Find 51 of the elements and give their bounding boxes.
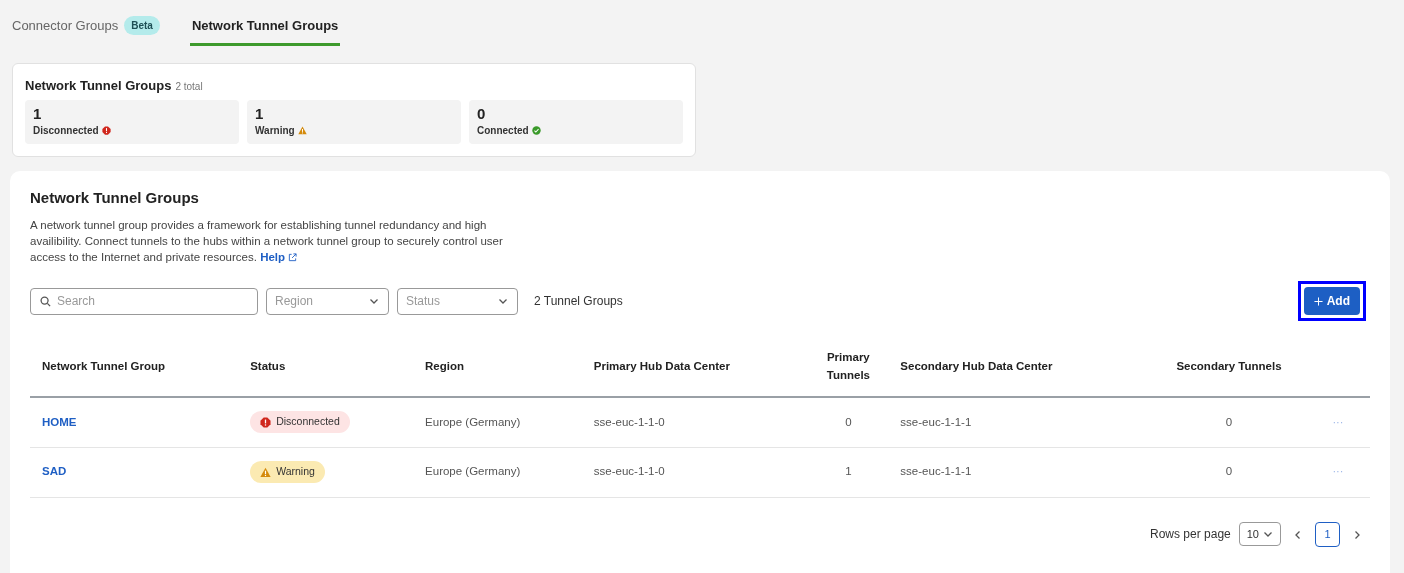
status-badge: Disconnected bbox=[250, 411, 350, 434]
description: A network tunnel group provides a framework for establishing tunnel redundancy and high availibility. Connect tunnels to the hubs within a network tunnel group to securely control user access to the Internet and private resources. Help bbox=[30, 218, 504, 265]
search-icon bbox=[40, 295, 51, 307]
add-button[interactable]: Add bbox=[1303, 287, 1360, 315]
external-link-icon bbox=[288, 253, 298, 263]
chevron-right-icon bbox=[1352, 529, 1362, 540]
column-header: Network Tunnel Group bbox=[30, 337, 239, 397]
column-header: Secondary Tunnels bbox=[1137, 337, 1321, 397]
beta-badge: Beta bbox=[124, 16, 160, 35]
rows-per-page-label: Rows per page bbox=[1150, 526, 1231, 543]
dropdown[interactable]: Region bbox=[266, 287, 389, 315]
column-header: Primary Tunnels bbox=[808, 337, 889, 397]
help-link[interactable]: Help bbox=[260, 251, 298, 263]
error-icon bbox=[260, 416, 272, 428]
table-cell: Europe (Germany) bbox=[425, 465, 521, 478]
stat-label: Connected bbox=[477, 123, 529, 138]
table-cell: 0 bbox=[845, 415, 852, 428]
group-link[interactable]: SAD bbox=[42, 465, 67, 478]
stat-label: Disconnected bbox=[33, 123, 99, 138]
table-cell: Europe (Germany) bbox=[425, 415, 521, 428]
chevron-left-icon bbox=[1293, 529, 1303, 540]
plus-icon bbox=[1313, 297, 1323, 307]
table-cell: sse-euc-1-1-1 bbox=[900, 415, 972, 428]
page-size-select[interactable]: 10 bbox=[1238, 521, 1281, 547]
column-header: Region bbox=[413, 337, 582, 397]
table-cell: 0 bbox=[1225, 465, 1233, 478]
stat-count: 1 bbox=[33, 104, 43, 123]
stat-label: Warning bbox=[255, 123, 295, 138]
stat-count: 1 bbox=[255, 104, 265, 123]
summary-title: Network Tunnel Groups bbox=[25, 77, 172, 95]
dropdown[interactable]: Status bbox=[397, 287, 518, 315]
total-count: 2 total bbox=[175, 80, 203, 94]
chevron-down-icon bbox=[1263, 529, 1273, 539]
tab[interactable]: Connector Groups Beta bbox=[10, 14, 162, 46]
tab[interactable]: Network Tunnel Groups bbox=[189, 14, 341, 46]
group-link[interactable]: HOME bbox=[42, 415, 77, 428]
warning-icon bbox=[260, 466, 272, 478]
table-cell: sse-euc-1-1-0 bbox=[593, 465, 665, 478]
result-count: 2 Tunnel Groups bbox=[534, 293, 623, 310]
panel-title: Network Tunnel Groups bbox=[30, 187, 200, 208]
search-field[interactable]: Search bbox=[30, 287, 258, 315]
table-cell: 0 bbox=[1225, 415, 1233, 428]
table-cell: 1 bbox=[845, 465, 852, 478]
column-header: Primary Hub Data Center bbox=[581, 337, 809, 397]
table-cell: sse-euc-1-1-0 bbox=[593, 415, 665, 428]
column-header: Status bbox=[238, 337, 414, 397]
table-cell: sse-euc-1-1-1 bbox=[900, 465, 972, 478]
stat-count: 0 bbox=[477, 104, 487, 123]
column-header: Secondary Hub Data Center bbox=[888, 337, 1138, 397]
page-button[interactable]: 1 bbox=[1315, 521, 1340, 547]
status-badge: Warning bbox=[250, 461, 325, 483]
